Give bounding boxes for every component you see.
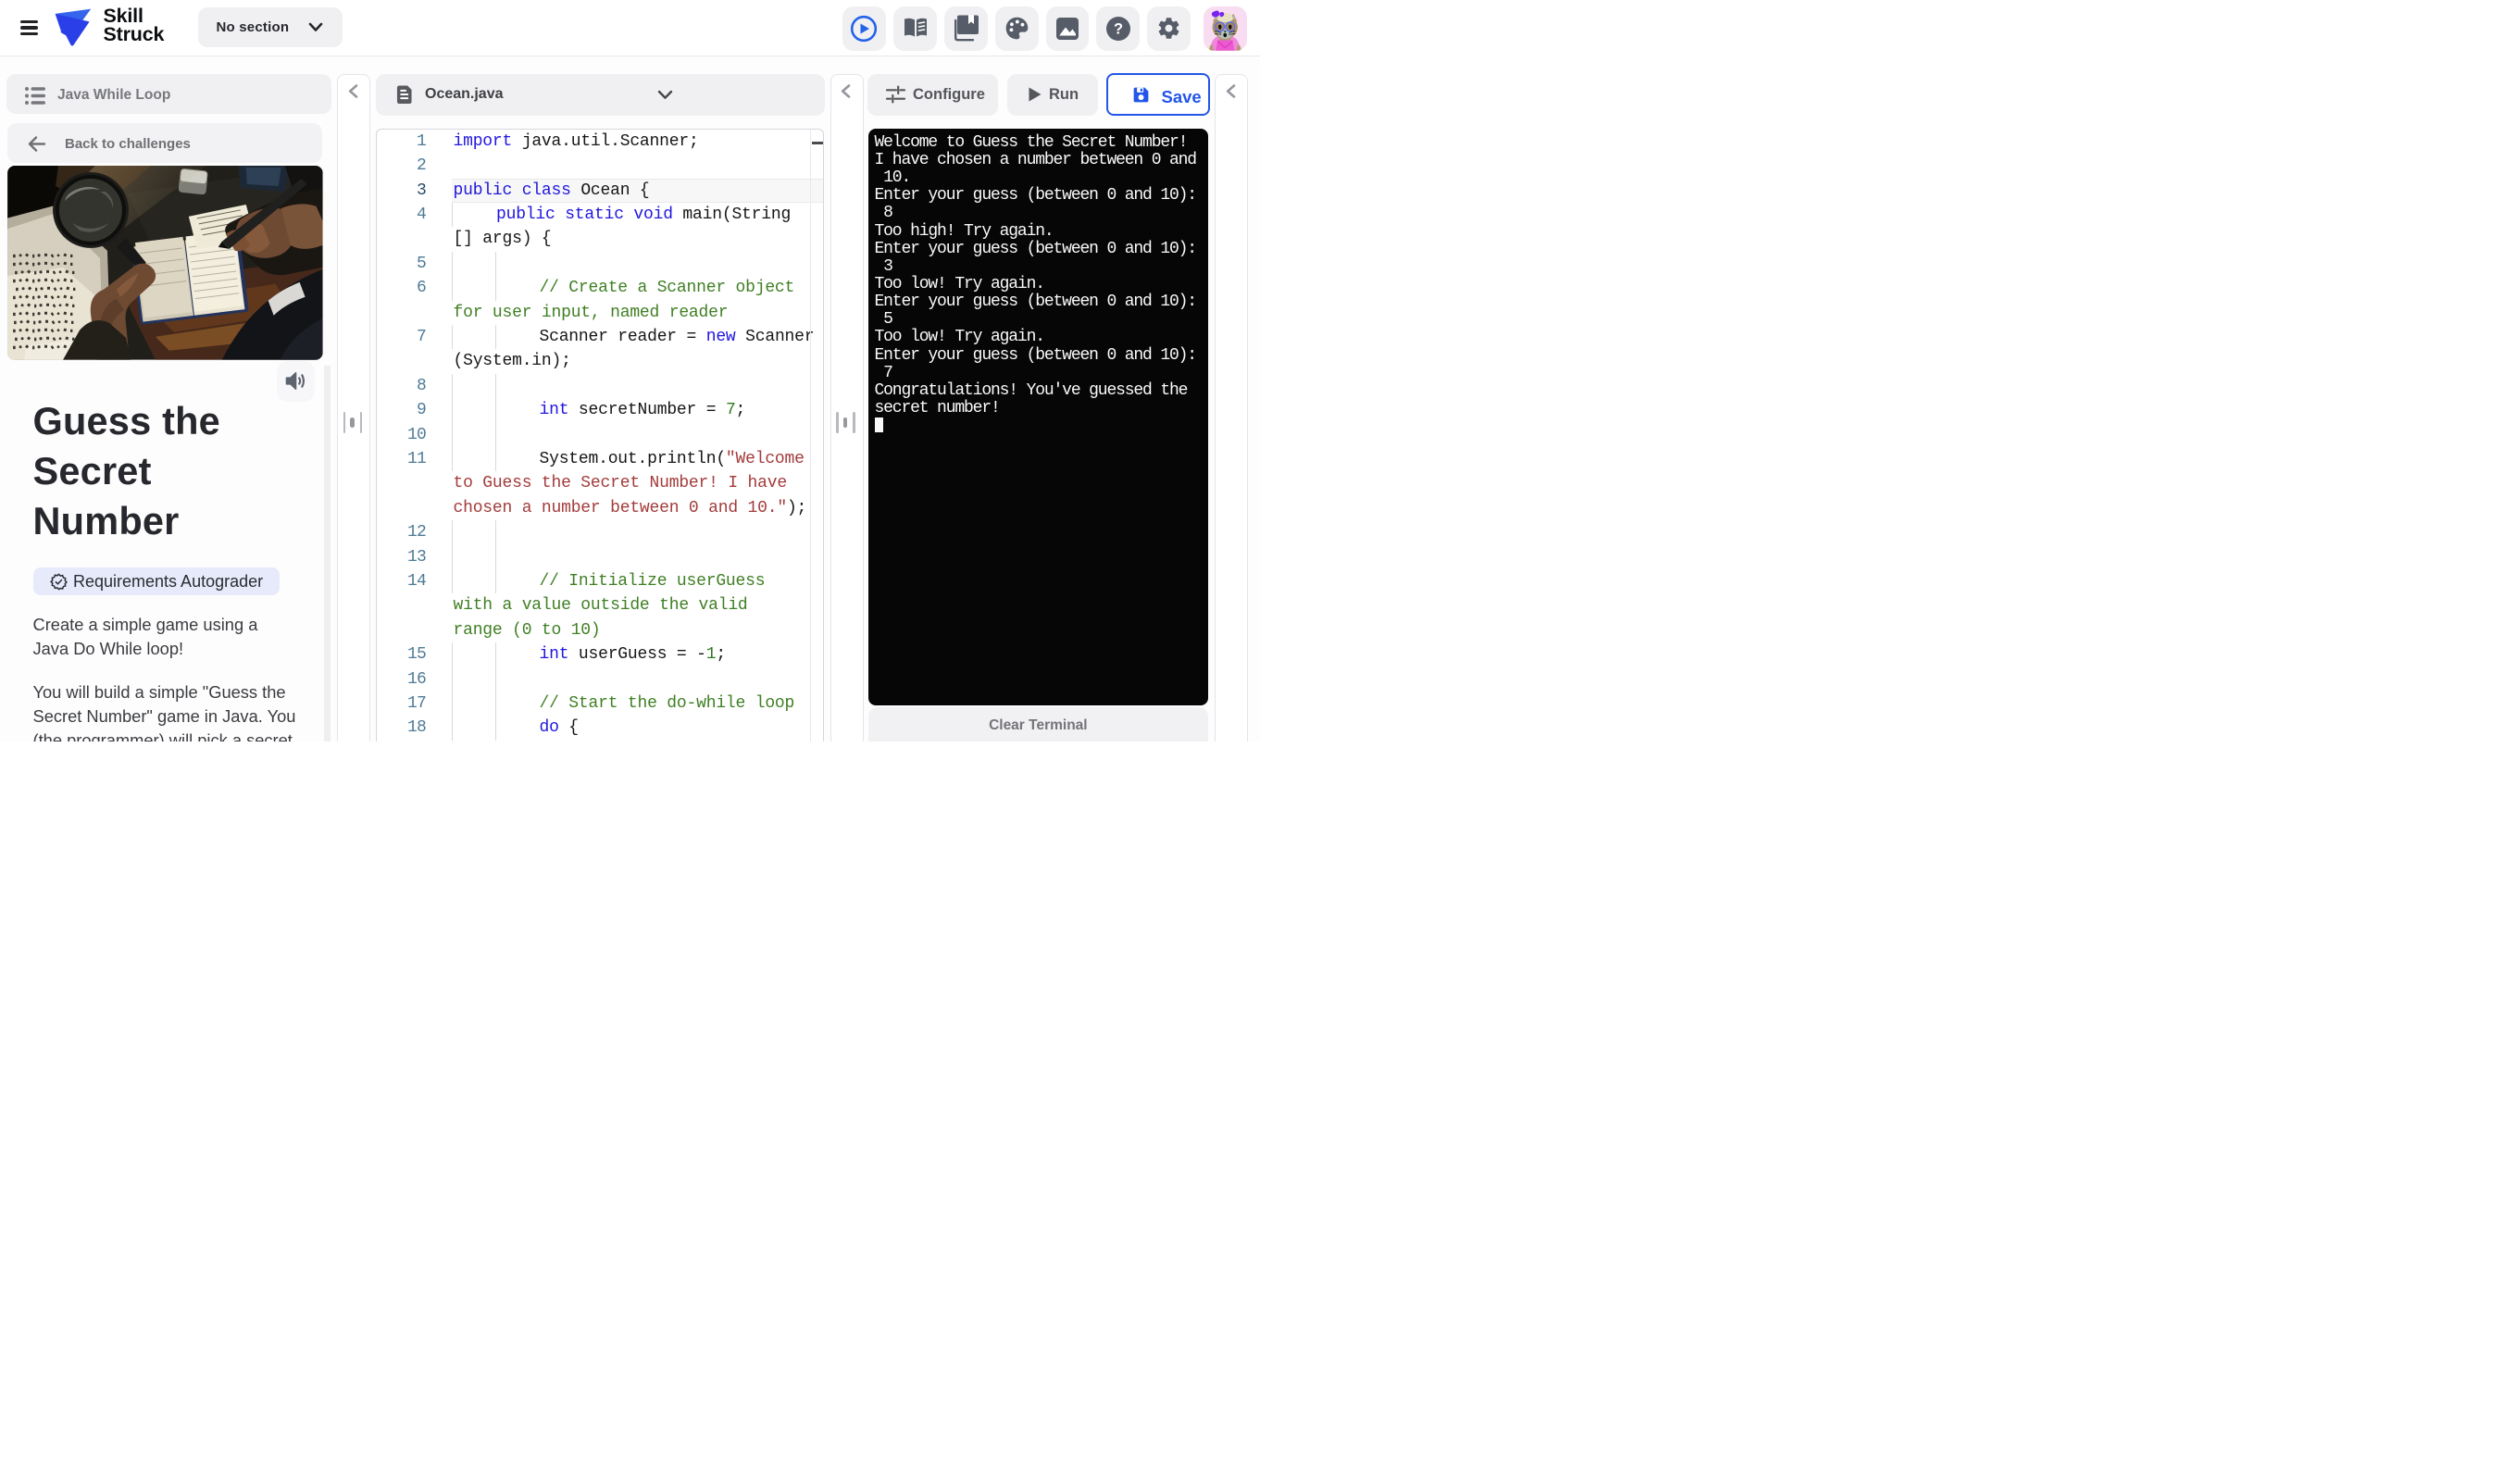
svg-text:?: ? — [1113, 20, 1122, 37]
